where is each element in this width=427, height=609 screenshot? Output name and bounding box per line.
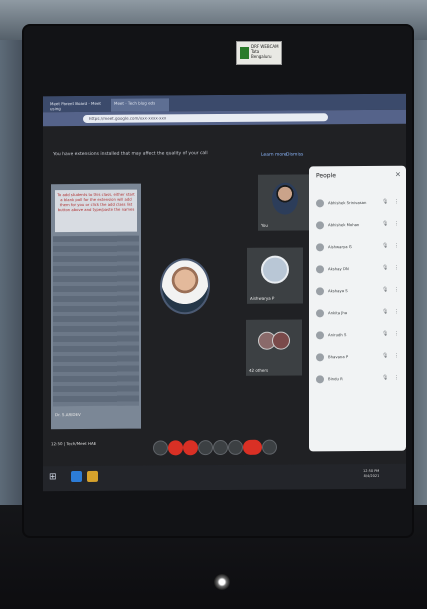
raise-hand-button[interactable]: [213, 439, 228, 456]
more-vert-icon[interactable]: ⋮: [394, 287, 399, 293]
activity-button[interactable]: [262, 439, 277, 455]
list-item[interactable]: Aishwarya G 🎙 ⋮: [316, 242, 402, 253]
browser-tab-2[interactable]: Meet - Tech blog eds: [111, 98, 169, 112]
presenter-avatar: [160, 258, 210, 315]
list-item[interactable]: Bindu R 🎙 ⋮: [316, 374, 402, 385]
person-name: Bhavana P: [328, 354, 349, 360]
list-item[interactable]: Akshay DN 🎙 ⋮: [316, 264, 402, 275]
more-vert-icon[interactable]: ⋮: [394, 331, 399, 337]
more-vert-icon[interactable]: ⋮: [394, 353, 399, 359]
browser-tab-1[interactable]: Meet Parent Board - Meet using: [47, 99, 109, 112]
windows-start-icon[interactable]: ⊞: [49, 472, 59, 482]
list-item[interactable]: Ankita Jha 🎙 ⋮: [316, 308, 402, 319]
close-icon[interactable]: ✕: [395, 171, 401, 179]
avatar: [316, 221, 324, 230]
tile-participant-label: Aishwarya P: [250, 295, 275, 301]
more-vert-icon[interactable]: ⋮: [394, 265, 399, 271]
person-name: Bindu R: [328, 376, 343, 382]
call-controls: [153, 439, 283, 457]
more-vert-icon[interactable]: ⋮: [394, 243, 399, 249]
laptop-screen: Meet Parent Board - Meet using Meet - Te…: [43, 93, 406, 492]
edge-icon[interactable]: [71, 470, 82, 483]
present-button[interactable]: [198, 440, 213, 456]
tile-others-label: 42 others: [249, 367, 269, 373]
explorer-icon[interactable]: [87, 470, 98, 482]
avatar: [316, 331, 324, 340]
more-vert-icon[interactable]: ⋮: [394, 375, 399, 381]
person-name: Abhishek Mohan: [328, 222, 360, 228]
webcam-line-2: Tata Bengaluru: [251, 49, 272, 59]
mic-icon: 🎙: [382, 264, 389, 271]
person-name: Aishwarya G: [328, 244, 352, 250]
list-item[interactable]: Akshaya S 🎙 ⋮: [316, 286, 402, 297]
person-name: Anirudh S: [328, 332, 347, 338]
mic-icon: 🎙: [382, 308, 389, 315]
avatar: [272, 182, 298, 215]
mic-icon: 🎙: [382, 286, 389, 293]
person-name: Akshay DN: [328, 266, 349, 272]
avatar: [316, 375, 324, 384]
learn-more-link[interactable]: Learn more: [261, 153, 287, 158]
avatar: [316, 287, 324, 296]
avatar: [272, 331, 290, 350]
person-name: Akshaya S: [328, 288, 348, 294]
captions-button[interactable]: [153, 440, 168, 456]
people-panel-title: People: [316, 172, 336, 180]
tile-participant[interactable]: Aishwarya P: [247, 247, 303, 304]
end-call-button[interactable]: [243, 439, 262, 455]
camera-off-button[interactable]: [183, 440, 198, 456]
meeting-info: 12:50 | Tech/Meet HAE: [51, 440, 97, 447]
mic-icon: 🎙: [382, 220, 389, 227]
dismiss-link[interactable]: Dismiss: [286, 152, 303, 157]
avatar: [261, 255, 289, 284]
tile-others[interactable]: 42 others: [246, 319, 302, 376]
avatar: [316, 353, 324, 362]
taskbar: ⊞ 12:50 PM 8/4/2021: [43, 463, 406, 492]
webcam-logo-icon: [240, 47, 249, 59]
clock-date: 8/4/2021: [363, 473, 380, 479]
people-list: Abhishek Srinivasan 🎙 ⋮ Abhishek Mohan 🎙 ⋮ Ais…: [309, 166, 406, 384]
more-vert-icon[interactable]: ⋮: [394, 199, 399, 205]
webcam-sticker: DRF WEBCAM Tata Bengaluru: [236, 41, 282, 65]
avatar: [316, 243, 324, 252]
mic-icon: 🎙: [382, 242, 389, 249]
more-vert-icon[interactable]: ⋮: [394, 309, 399, 315]
more-options-button[interactable]: [228, 439, 243, 455]
tile-you-label: You: [261, 222, 268, 228]
more-vert-icon[interactable]: ⋮: [394, 221, 399, 227]
tile-you[interactable]: You: [258, 174, 314, 231]
list-item[interactable]: Bhavana P 🎙 ⋮: [316, 352, 402, 363]
people-panel: People ✕ Abhishek Srinivasan 🎙 ⋮ Abhishek M…: [309, 165, 406, 452]
url-field[interactable]: https://meet.google.com/xxx-xxxx-xxx: [83, 113, 328, 123]
photo-scene: DRF WEBCAM Tata Bengaluru Meet Parent Bo…: [0, 0, 427, 609]
list-item[interactable]: Anirudh S 🎙 ⋮: [316, 330, 402, 341]
mic-icon: 🎙: [382, 374, 389, 381]
extension-notice: You have extensions installed that may a…: [53, 151, 208, 158]
slide-list-rows: [53, 235, 139, 407]
avatar: [316, 265, 324, 274]
slide-caption: To add students to this class, either st…: [55, 189, 137, 233]
taskbar-clock: 12:50 PM 8/4/2021: [363, 469, 379, 479]
avatar: [316, 199, 324, 208]
mic-off-button[interactable]: [168, 440, 183, 456]
avatar: [316, 309, 324, 318]
hp-logo-icon: [214, 574, 230, 590]
shared-slide: To add students to this class, either st…: [51, 183, 141, 430]
list-item[interactable]: Abhishek Srinivasan 🎙 ⋮: [316, 198, 402, 209]
mic-icon: 🎙: [382, 198, 389, 205]
mic-icon: 🎙: [382, 330, 389, 337]
list-item[interactable]: Abhishek Mohan 🎙 ⋮: [316, 220, 402, 231]
presenter-label: Dr. S.ARIDEV: [55, 412, 81, 418]
mic-icon: 🎙: [382, 352, 389, 359]
person-name: Abhishek Srinivasan: [328, 200, 367, 206]
person-name: Ankita Jha: [328, 310, 348, 316]
